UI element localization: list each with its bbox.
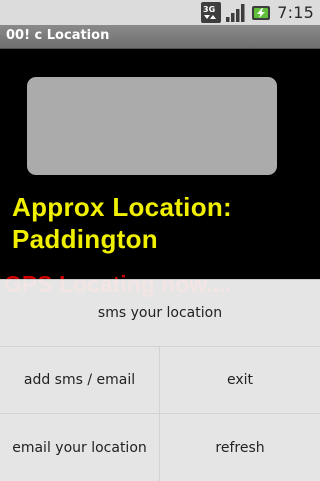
email-location-menu-item[interactable]: email your location xyxy=(0,414,159,481)
app-title: 00! c Location xyxy=(6,28,110,43)
app-title-bar: 00! c Location xyxy=(0,25,320,49)
battery-charging-icon xyxy=(252,5,271,20)
status-clock: 7:15 xyxy=(277,3,314,22)
approx-location-label: Approx Location: xyxy=(12,192,233,222)
network-type-label: 3G xyxy=(203,5,215,14)
sms-location-menu-item[interactable]: sms your location xyxy=(0,280,320,346)
location-text: Approx Location: Paddington xyxy=(12,191,312,255)
map-placeholder xyxy=(27,77,277,175)
signal-strength-icon xyxy=(226,3,245,22)
location-place-name: Paddington xyxy=(12,224,158,254)
add-sms-email-menu-item[interactable]: add sms / email xyxy=(0,347,159,413)
status-icons: 3G 7:15 xyxy=(201,0,320,25)
exit-menu-item[interactable]: exit xyxy=(160,347,320,413)
options-menu: sms your location add sms / email exit e… xyxy=(0,279,320,481)
refresh-menu-item[interactable]: refresh xyxy=(160,414,320,481)
status-bar: 3G 7:15 xyxy=(0,0,320,26)
3g-data-icon: 3G xyxy=(201,2,222,23)
